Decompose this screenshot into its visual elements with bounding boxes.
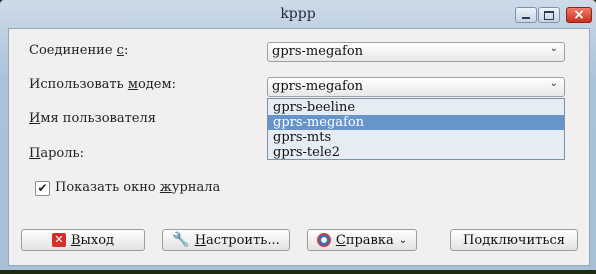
minimize-button[interactable] [515, 7, 537, 23]
connection-label: Соединение с: [29, 43, 129, 58]
modem-combo-value: gprs-megafon [272, 79, 364, 94]
username-label: Имя пользователя [29, 111, 156, 126]
dialog-body: Соединение с: gprs-megafon ⌄ Использоват… [8, 28, 590, 266]
show-log-checkbox[interactable]: ✔ [35, 181, 50, 196]
connect-button[interactable]: Подключиться [450, 229, 578, 251]
minimize-icon [522, 17, 530, 19]
quit-button-label: Выход [70, 232, 115, 248]
setup-button[interactable]: 🔧 Настроить... [162, 229, 290, 251]
modem-option-selected[interactable]: gprs-megafon [268, 115, 564, 130]
show-log-label[interactable]: Показать окно журнала [55, 180, 220, 195]
setup-button-label: Настроить... [194, 232, 280, 248]
modem-option[interactable]: gprs-mts [268, 130, 564, 145]
chevron-down-icon: ⌄ [398, 234, 408, 246]
quit-button[interactable]: ✕ Выход [21, 229, 145, 251]
modem-combo[interactable]: gprs-megafon ⌄ [267, 77, 565, 97]
chevron-down-icon: ⌄ [549, 78, 558, 89]
window-frame: kppp × Соединение с: gprs-megafon ⌄ Испо… [0, 0, 596, 270]
maximize-button[interactable] [538, 7, 560, 23]
modem-option[interactable]: gprs-beeline [268, 100, 564, 115]
modem-dropdown-list[interactable]: gprs-beeline gprs-megafon gprs-mts gprs-… [267, 98, 565, 160]
help-button-label: Справка [335, 232, 394, 248]
close-icon: × [573, 7, 585, 23]
chevron-down-icon: ⌄ [549, 43, 558, 54]
close-icon: ✕ [51, 233, 66, 247]
wrench-icon: 🔧 [172, 232, 190, 248]
maximize-icon [544, 11, 554, 20]
connect-button-label: Подключиться [463, 232, 565, 248]
modem-option[interactable]: gprs-tele2 [268, 145, 564, 160]
modem-label: Использовать модем: [29, 77, 176, 92]
connection-combo-value: gprs-megafon [272, 44, 364, 59]
password-label: Пароль: [29, 146, 84, 161]
connection-combo[interactable]: gprs-megafon ⌄ [267, 42, 565, 62]
help-button[interactable]: Справка ⌄ [307, 229, 417, 251]
help-icon [316, 233, 331, 247]
close-window-button[interactable]: × [566, 7, 592, 23]
window-title: kppp [280, 6, 316, 22]
title-bar[interactable]: kppp × [0, 0, 596, 28]
